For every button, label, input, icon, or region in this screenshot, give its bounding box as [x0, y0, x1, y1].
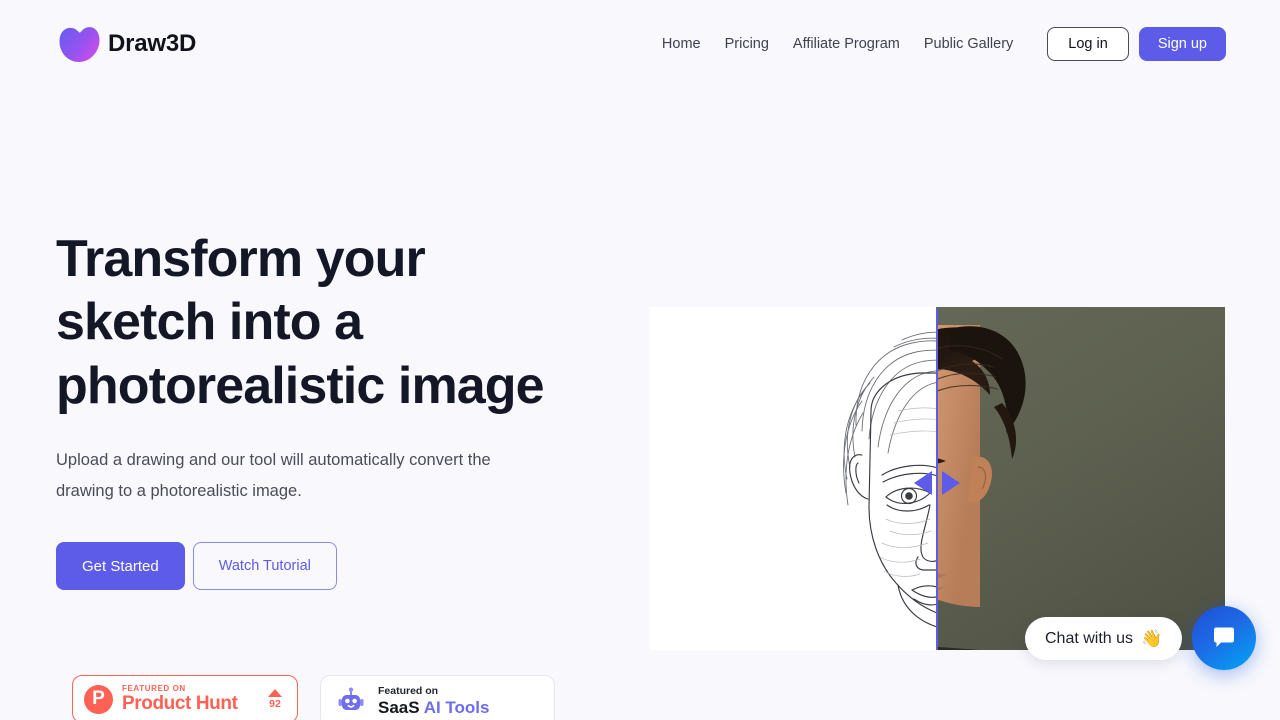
product-hunt-text: FEATURED ON Product Hunt: [122, 684, 268, 714]
product-hunt-badge[interactable]: P FEATURED ON Product Hunt 92: [72, 675, 298, 720]
get-started-button[interactable]: Get Started: [56, 542, 185, 591]
saas-ai-tools-name: SaaS AI Tools: [378, 698, 489, 718]
chat-launcher-button[interactable]: [1192, 606, 1256, 670]
nav-link-affiliate-program[interactable]: Affiliate Program: [781, 37, 912, 52]
saas-ai-tools-badge[interactable]: Featured on SaaS AI Tools: [320, 675, 555, 720]
watch-tutorial-button[interactable]: Watch Tutorial: [192, 542, 337, 591]
chat-prompt-text: Chat with us: [1045, 629, 1134, 647]
nav-link-public-gallery[interactable]: Public Gallery: [912, 37, 1025, 52]
brand-logo-link[interactable]: Draw3D: [56, 24, 196, 64]
photorealistic-portrait: [937, 307, 1225, 650]
draw3d-logo-icon: [59, 27, 100, 62]
sign-up-button[interactable]: Sign up: [1138, 27, 1226, 61]
featured-badges: P FEATURED ON Product Hunt 92 Featured o…: [72, 675, 555, 720]
saas-ai-tools-name-primary: SaaS: [378, 698, 420, 718]
saas-ai-tools-text: Featured on SaaS AI Tools: [378, 684, 489, 718]
hero-section: Transform your sketch into a photorealis…: [56, 228, 616, 591]
chat-prompt-bubble[interactable]: Chat with us 👋: [1025, 617, 1183, 660]
pencil-sketch-portrait: [650, 307, 937, 650]
comparison-divider: [936, 307, 938, 650]
product-hunt-upvote-count: 92: [269, 697, 281, 710]
before-after-comparison[interactable]: [650, 307, 1225, 650]
site-header: Draw3D Home Pricing Affiliate Program Pu…: [0, 0, 1280, 88]
product-hunt-votes: 92: [268, 688, 286, 710]
robot-icon: [338, 687, 364, 710]
hero-actions: Get Started Watch Tutorial: [56, 542, 616, 591]
nav-link-pricing[interactable]: Pricing: [713, 37, 781, 52]
upvote-arrow-icon: [268, 688, 282, 697]
comparison-slider-handle-left[interactable]: [914, 471, 932, 495]
hero-title: Transform your sketch into a photorealis…: [56, 230, 545, 415]
comparison-before-sketch: [650, 307, 937, 650]
brand-name: Draw3D: [108, 30, 197, 57]
main-navigation: Home Pricing Affiliate Program Public Ga…: [662, 27, 1226, 61]
log-in-button[interactable]: Log in: [1047, 27, 1129, 61]
chat-bubble-icon: [1214, 627, 1234, 647]
hero-subtitle: Upload a drawing and our tool will autom…: [56, 451, 491, 500]
comparison-slider-handle-right[interactable]: [942, 471, 960, 495]
saas-ai-tools-name-accent: AI Tools: [423, 698, 490, 718]
comparison-after-photo: [937, 307, 1225, 650]
saas-ai-tools-featured-label: Featured on: [378, 685, 439, 698]
product-hunt-icon: P: [84, 684, 113, 714]
product-hunt-name: Product Hunt: [122, 692, 238, 714]
nav-link-home[interactable]: Home: [662, 37, 713, 52]
waving-hand-icon: 👋: [1141, 628, 1163, 648]
